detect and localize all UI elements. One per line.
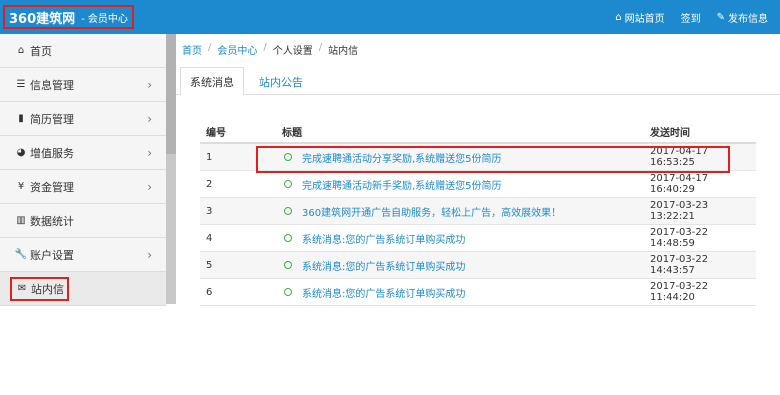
unread-circle-icon xyxy=(284,234,292,242)
sidebar-item-info[interactable]: ☰ 信息管理 › xyxy=(0,68,166,102)
nav-label: 签到 xyxy=(680,13,701,25)
wrench-icon: 🔧 xyxy=(14,249,28,260)
sidebar-item-funds[interactable]: ¥ 资金管理 › xyxy=(0,170,166,204)
breadcrumb-separator: / xyxy=(263,42,267,53)
brand-logo[interactable]: 360建筑网 - 会员中心 xyxy=(3,5,134,29)
breadcrumb-separator: / xyxy=(208,42,212,53)
top-header: 360建筑网 - 会员中心 ⌂ 网站首页 签到 ✎ 发布信息 xyxy=(0,0,780,34)
edit-icon: ✎ xyxy=(716,11,725,23)
table-header: 编号 标题 发送时间 xyxy=(200,120,756,144)
unread-circle-icon xyxy=(284,261,292,269)
table-row: 3 360建筑网开通广告自助服务，轻松上广告，高效展效果！ 2017-03-23… xyxy=(200,198,756,225)
home-icon: ⌂ xyxy=(17,45,25,56)
brand-subtitle: - 会员中心 xyxy=(81,13,128,25)
nav-label: 发布信息 xyxy=(728,13,768,25)
breadcrumb-home[interactable]: 首页 xyxy=(182,42,202,57)
tab-bar: 系统消息 站内公告 xyxy=(176,63,780,96)
message-title-link[interactable]: 360建筑网开通广告自助服务，轻松上广告，高效展效果！ xyxy=(302,204,561,219)
sidebar-item-value-added[interactable]: ◕ 增值服务 › xyxy=(0,136,166,170)
unread-circle-icon xyxy=(284,207,292,215)
nav-site-home[interactable]: ⌂ 网站首页 xyxy=(615,10,664,25)
breadcrumb-current: 站内信 xyxy=(328,46,359,57)
sidebar-item-label: 账户设置 xyxy=(30,248,74,262)
message-title-link[interactable]: 完成速聘通活动新手奖励,系统赠送您5份简历 xyxy=(302,177,502,192)
tab-system-messages[interactable]: 系统消息 xyxy=(180,67,244,96)
row-time: 2017-03-22 14:43:57 xyxy=(650,254,709,276)
active-highlight: ✉ 站内信 xyxy=(10,276,69,301)
message-title-link[interactable]: 系统消息:您的广告系统订单购买成功 xyxy=(302,231,465,246)
top-nav: ⌂ 网站首页 签到 ✎ 发布信息 xyxy=(615,0,768,34)
sidebar-item-stats[interactable]: ▥ 数据统计 xyxy=(0,204,166,238)
nav-label: 网站首页 xyxy=(624,13,665,25)
sidebar-item-label: 数据统计 xyxy=(30,214,74,228)
tab-site-announcements[interactable]: 站内公告 xyxy=(250,67,312,96)
message-title-link[interactable]: 完成速聘通活动分享奖励,系统赠送您5份简历 xyxy=(302,150,502,165)
table-row: 4 系统消息:您的广告系统订单购买成功 2017-03-22 14:48:59 xyxy=(200,225,756,252)
column-header-time: 发送时间 xyxy=(650,127,690,139)
unread-circle-icon xyxy=(284,153,292,161)
sidebar-scroll-thumb[interactable] xyxy=(166,34,176,154)
envelope-icon: ✉ xyxy=(17,283,27,294)
unread-circle-icon xyxy=(284,288,292,296)
row-time: 2017-03-23 13:22:21 xyxy=(650,200,709,222)
table-row: 1 完成速聘通活动分享奖励,系统赠送您5份简历 2017-04-17 16:53… xyxy=(200,144,756,171)
message-title-link[interactable]: 系统消息:您的广告系统订单购买成功 xyxy=(302,258,465,273)
nav-sign-in[interactable]: 签到 xyxy=(681,10,701,25)
yen-icon: ¥ xyxy=(17,181,25,192)
chevron-right-icon: › xyxy=(147,111,152,126)
table-row: 5 系统消息:您的广告系统订单购买成功 2017-03-22 14:43:57 xyxy=(200,252,756,279)
column-header-title: 标题 xyxy=(282,127,302,139)
row-number: 5 xyxy=(206,259,213,271)
list-icon: ☰ xyxy=(16,79,26,90)
messages-table: 编号 标题 发送时间 1 完成速聘通活动分享奖励,系统赠送您5份简历 2017-… xyxy=(200,120,756,306)
sidebar-item-label: 信息管理 xyxy=(30,78,74,92)
row-time: 2017-03-22 14:48:59 xyxy=(650,227,709,249)
sidebar-item-resume[interactable]: ▮ 简历管理 › xyxy=(0,102,166,136)
sidebar-item-label: 首页 xyxy=(30,44,52,58)
sidebar-item-label: 简历管理 xyxy=(30,112,74,126)
main-content: 首页 / 会员中心 / 个人设置 / 站内信 系统消息 站内公告 编号 标题 发… xyxy=(176,34,780,395)
sidebar-item-label: 资金管理 xyxy=(30,180,74,194)
sidebar-item-account[interactable]: 🔧 账户设置 › xyxy=(0,238,166,272)
row-time: 2017-04-17 16:53:25 xyxy=(650,146,709,168)
sidebar-item-label: 增值服务 xyxy=(30,146,74,160)
breadcrumb: 首页 / 会员中心 / 个人设置 / 站内信 xyxy=(182,42,358,57)
chevron-right-icon: › xyxy=(147,145,152,160)
table-row: 2 完成速聘通活动新手奖励,系统赠送您5份简历 2017-04-17 16:40… xyxy=(200,171,756,198)
unread-circle-icon xyxy=(284,180,292,188)
row-time: 2017-03-22 11:44:20 xyxy=(650,281,709,303)
breadcrumb-personal-settings: 个人设置 xyxy=(272,46,313,57)
row-number: 3 xyxy=(206,205,213,217)
sidebar: ⌂ 首页 ☰ 信息管理 › ▮ 简历管理 › ◕ 增值服务 › ¥ 资金管理 ›… xyxy=(0,34,166,306)
bookmark-icon: ▮ xyxy=(18,113,24,124)
chevron-right-icon: › xyxy=(147,179,152,194)
brand-title: 360建筑网 xyxy=(9,11,76,27)
sidebar-item-label: 站内信 xyxy=(31,282,64,296)
home-icon: ⌂ xyxy=(615,11,622,23)
row-number: 2 xyxy=(206,178,213,190)
row-number: 1 xyxy=(206,151,213,163)
dashboard-icon: ◕ xyxy=(16,147,26,158)
breadcrumb-member-center[interactable]: 会员中心 xyxy=(217,42,257,57)
nav-publish[interactable]: ✎ 发布信息 xyxy=(717,10,768,25)
row-number: 4 xyxy=(206,232,213,244)
chevron-right-icon: › xyxy=(147,77,152,92)
row-number: 6 xyxy=(206,286,213,298)
breadcrumb-separator: / xyxy=(318,42,323,53)
table-row: 6 系统消息:您的广告系统订单购买成功 2017-03-22 11:44:20 xyxy=(200,279,756,306)
bar-chart-icon: ▥ xyxy=(16,215,26,226)
chevron-right-icon: › xyxy=(147,247,152,262)
column-header-number: 编号 xyxy=(206,127,226,139)
row-time: 2017-04-17 16:40:29 xyxy=(650,173,709,195)
message-title-link[interactable]: 系统消息:您的广告系统订单购买成功 xyxy=(302,285,465,300)
sidebar-item-messages[interactable]: ✉ 站内信 xyxy=(0,272,166,306)
sidebar-item-home[interactable]: ⌂ 首页 xyxy=(0,34,166,68)
